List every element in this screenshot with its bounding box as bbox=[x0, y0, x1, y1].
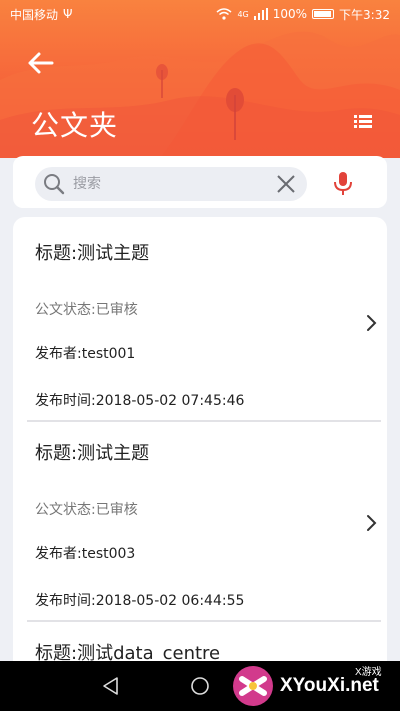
list-item[interactable]: 标题:测试主题 公文状态:已审核 发布者:test003 发布时间:2018-0… bbox=[13, 423, 387, 623]
chevron-right-icon[interactable] bbox=[365, 513, 379, 533]
battery-percent: 100% bbox=[272, 7, 308, 21]
clock: 下午3:32 bbox=[339, 7, 390, 22]
document-status: 公文状态:已审核 bbox=[35, 302, 138, 318]
battery-icon bbox=[312, 9, 335, 19]
app-header: 中国移动 Ψ 4G 100% 下午3:32 公文夹 bbox=[0, 0, 400, 158]
status-bar: 中国移动 Ψ 4G 100% 下午3:32 bbox=[0, 0, 400, 28]
document-publish-time: 发布时间:2018-05-02 06:44:55 bbox=[35, 593, 245, 609]
network-type: 4G bbox=[237, 9, 249, 19]
document-publisher: 发布者:test003 bbox=[35, 546, 136, 562]
divider bbox=[27, 620, 381, 622]
back-arrow-icon[interactable] bbox=[24, 46, 58, 80]
divider bbox=[27, 420, 381, 422]
nav-home-icon[interactable] bbox=[189, 675, 211, 697]
usb-icon: Ψ bbox=[63, 7, 73, 21]
document-publish-time: 发布时间:2018-05-02 07:45:46 bbox=[35, 393, 245, 409]
watermark-tag: X游戏 bbox=[355, 667, 382, 678]
chevron-right-icon[interactable] bbox=[365, 313, 379, 333]
carrier-label: 中国移动 bbox=[10, 7, 59, 22]
document-title: 标题:测试主题 bbox=[35, 443, 150, 464]
document-title: 标题:测试主题 bbox=[35, 243, 150, 264]
signal-icon bbox=[253, 8, 268, 20]
document-publisher: 发布者:test001 bbox=[35, 346, 136, 362]
microphone-icon[interactable] bbox=[331, 170, 355, 198]
search-box[interactable] bbox=[35, 167, 307, 201]
nav-back-icon[interactable] bbox=[100, 675, 122, 697]
document-status: 公文状态:已审核 bbox=[35, 502, 138, 518]
search-input[interactable] bbox=[73, 167, 263, 201]
watermark-brand: XYouXi.net bbox=[280, 675, 379, 696]
system-nav-bar: XYouXi.net X游戏 bbox=[0, 661, 400, 711]
watermark-logo: XYouXi.net X游戏 bbox=[228, 663, 398, 709]
search-icon bbox=[44, 174, 65, 195]
search-card bbox=[13, 156, 387, 208]
list-menu-icon[interactable] bbox=[350, 110, 376, 132]
clear-icon[interactable] bbox=[275, 173, 297, 195]
gamepad-logo-icon bbox=[233, 666, 273, 706]
page-title: 公文夹 bbox=[31, 109, 119, 142]
document-list: 标题:测试主题 公文状态:已审核 发布者:test001 发布时间:2018-0… bbox=[13, 217, 387, 677]
wifi-icon bbox=[216, 8, 232, 20]
list-item[interactable]: 标题:测试主题 公文状态:已审核 发布者:test001 发布时间:2018-0… bbox=[13, 217, 387, 423]
